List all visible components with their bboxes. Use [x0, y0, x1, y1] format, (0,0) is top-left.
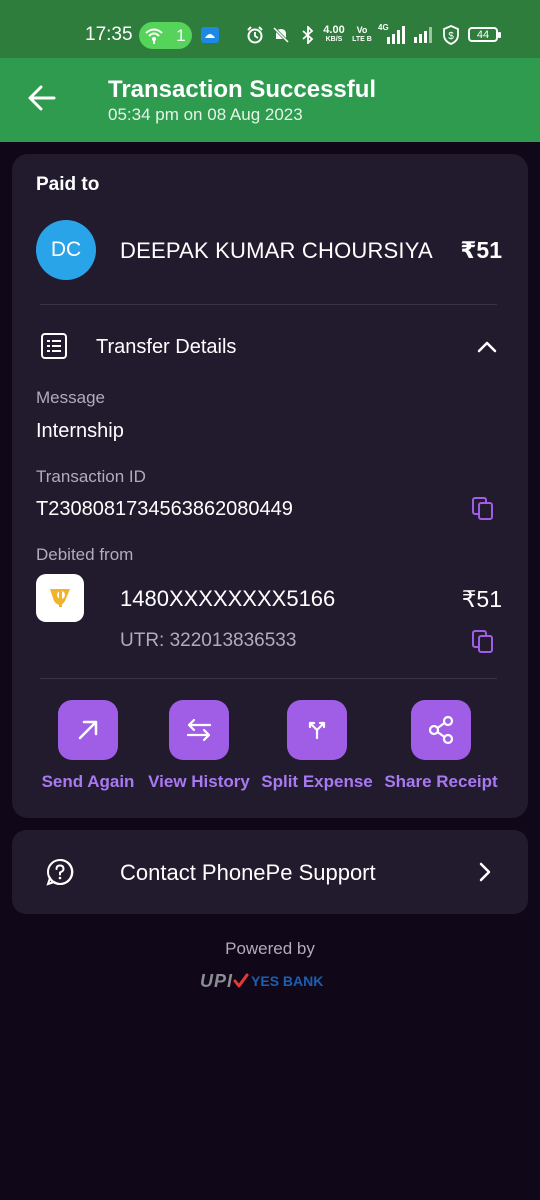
avatar-initials: DC	[50, 238, 82, 261]
contact-support-button[interactable]: Contact PhonePe Support	[12, 830, 528, 914]
divider	[40, 304, 497, 305]
net-speed: 4.00 KB/S	[323, 24, 345, 44]
back-arrow-icon[interactable]	[26, 82, 58, 114]
debited-from-label: Debited from	[36, 545, 134, 564]
payee-amount: ₹51	[460, 237, 502, 263]
copy-icon[interactable]	[472, 497, 494, 521]
upi-logo: UPI	[200, 970, 234, 991]
battery-indicator: 44	[468, 27, 501, 42]
yes-bank-logo: YES BANK	[251, 973, 324, 989]
partner-logos: UPI YES BANK	[200, 968, 345, 994]
action-row: Send Again View History Split Expense Sh…	[12, 700, 528, 800]
signal-4g-icon: 4G	[376, 22, 408, 48]
send-again-button[interactable]: Send Again	[42, 700, 134, 792]
dollar-shield-icon: $	[441, 22, 461, 48]
bank-logo	[36, 574, 84, 622]
message-value: Internship	[36, 420, 124, 442]
powered-by-label: Powered by	[225, 939, 315, 958]
help-icon	[46, 858, 74, 886]
utr-number: UTR: 322013836533	[120, 630, 297, 651]
swap-arrows-icon	[186, 718, 212, 742]
pnb-logo-icon	[50, 589, 70, 607]
chevron-right-icon	[479, 862, 491, 882]
copy-utr-icon[interactable]	[472, 630, 494, 654]
account-number: 1480XXXXXXXX5166	[120, 586, 336, 611]
share-icon	[428, 715, 454, 745]
signal-icon	[412, 22, 434, 48]
page-title: Transaction Successful	[108, 76, 377, 103]
share-receipt-button[interactable]: Share Receipt	[384, 700, 498, 792]
bluetooth-icon	[298, 22, 318, 48]
volte-indicator: Vo LTE B	[352, 25, 372, 44]
status-time: 17:35	[85, 24, 133, 45]
receipt-list-icon	[41, 333, 67, 359]
split-expense-button[interactable]: Split Expense	[261, 700, 373, 792]
split-expense-label: Split Expense	[261, 772, 373, 791]
mute-icon	[271, 22, 291, 48]
split-icon	[308, 721, 326, 740]
hotspot-indicator: 1	[139, 22, 192, 49]
contact-support-label: Contact PhonePe Support	[120, 860, 376, 885]
transaction-id-label: Transaction ID	[36, 467, 146, 486]
debited-amount: ₹51	[461, 586, 502, 612]
payee-name: DEEPAK KUMAR CHOURSIYA	[120, 238, 433, 263]
transfer-details-label[interactable]: Transfer Details	[96, 336, 236, 359]
wifi-hotspot-icon	[145, 28, 164, 44]
view-history-button[interactable]: View History	[148, 700, 250, 792]
svg-text:$: $	[448, 31, 454, 42]
transaction-id-value: T2308081734563862080449	[36, 498, 293, 520]
share-receipt-label: Share Receipt	[384, 772, 498, 791]
hotspot-count: 1	[176, 25, 186, 45]
arrow-up-right-icon	[78, 720, 98, 740]
paid-to-label: Paid to	[36, 174, 100, 195]
avatar: DC	[36, 220, 96, 280]
upi-arrow-icon	[233, 973, 249, 988]
top-app-bar: Transaction Successful 05:34 pm on 08 Au…	[0, 58, 540, 142]
app-notification-icon	[200, 22, 220, 48]
status-bar: 17:35 1 4.00 KB/S Vo LTE B 4G $ 44	[0, 0, 540, 58]
message-label: Message	[36, 388, 105, 407]
send-again-label: Send Again	[41, 772, 135, 791]
divider	[40, 678, 497, 679]
transaction-timestamp: 05:34 pm on 08 Aug 2023	[108, 105, 303, 124]
view-history-label: View History	[148, 772, 250, 791]
transaction-card: Paid to DC DEEPAK KUMAR CHOURSIYA ₹51 Tr…	[12, 154, 528, 818]
chevron-up-icon[interactable]	[476, 336, 498, 358]
alarm-icon	[245, 22, 265, 48]
